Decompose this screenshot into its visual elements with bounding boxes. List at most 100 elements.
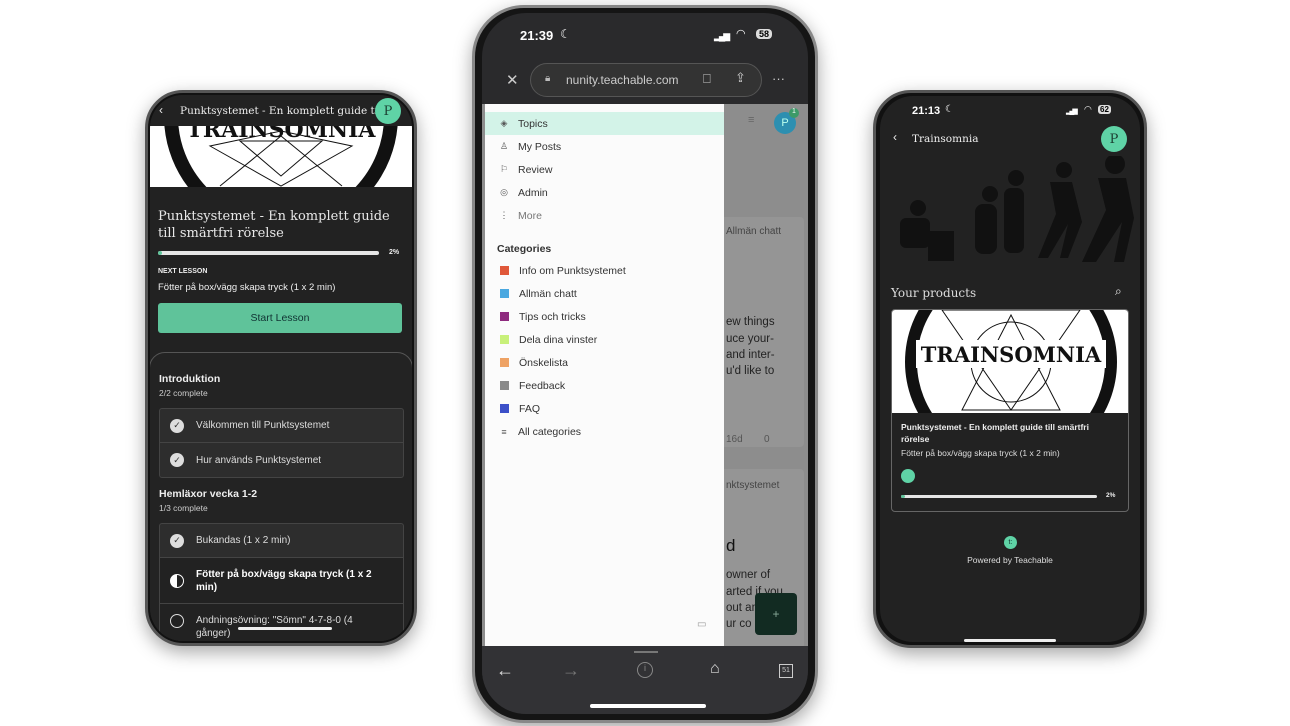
lesson-item[interactable]: ✓ Hur används Punktsystemet bbox=[160, 443, 403, 477]
section-status: 2/2 complete bbox=[159, 388, 208, 398]
category-label: Tips och tricks bbox=[519, 310, 586, 323]
start-lesson-button[interactable]: Start Lesson bbox=[158, 303, 402, 333]
nav-label: All categories bbox=[518, 425, 582, 438]
category-label: Önskelista bbox=[519, 356, 569, 369]
category-item[interactable]: Önskelista bbox=[485, 351, 724, 374]
notification-badge: 1 bbox=[789, 108, 799, 118]
home-indicator bbox=[238, 627, 332, 630]
progress-label: 2% bbox=[389, 249, 400, 256]
flag-icon: ⚐ bbox=[499, 164, 509, 174]
lesson-list: ✓ Bukandas (1 x 2 min) Fötter på box/vägg… bbox=[159, 523, 404, 641]
lesson-item[interactable]: Andningsövning: "Sömn" 4-7-8-0 (4 gånger… bbox=[160, 604, 403, 641]
nav-label: My Posts bbox=[518, 140, 562, 153]
side-menu: ◈ Topics ♙ My Posts ⚐ Review ◎ Admin ⋮ More C… bbox=[485, 104, 724, 646]
course-logo-image: TRAINSOMNIA bbox=[150, 126, 412, 187]
category-label: Feedback bbox=[519, 379, 566, 392]
comment-count: 0 bbox=[764, 434, 770, 445]
category-label: FAQ bbox=[519, 402, 541, 415]
nav-review[interactable]: ⚐ Review bbox=[485, 158, 724, 181]
search-icon[interactable]: ⌕ bbox=[1115, 284, 1122, 299]
all-categories-link[interactable]: ≡ All categories bbox=[485, 420, 724, 443]
bookmark-icon[interactable]: ⎕ bbox=[703, 71, 711, 87]
post-category: Allmän chatt bbox=[726, 226, 782, 237]
wifi-icon: ◠ bbox=[736, 28, 746, 40]
nav-my-posts[interactable]: ♙ My Posts bbox=[485, 135, 724, 158]
empty-circle-icon bbox=[170, 614, 184, 628]
category-list: Info om Punktsystemet Allmän chatt Tips oc… bbox=[485, 259, 724, 420]
desktop-view-icon[interactable]: ▭ bbox=[697, 619, 706, 630]
url-text: nunity.teachable.com bbox=[566, 73, 679, 87]
category-item[interactable]: Tips och tricks bbox=[485, 305, 724, 328]
category-item[interactable]: Allmän chatt bbox=[485, 282, 724, 305]
category-color-swatch bbox=[500, 266, 509, 275]
more-options-icon[interactable]: ··· bbox=[772, 71, 785, 86]
status-time: 21:39 bbox=[520, 28, 554, 43]
nav-more[interactable]: ⋮ More bbox=[485, 204, 724, 227]
lesson-list: ✓ Välkommen till Punktsystemet ✓ Hur använ… bbox=[159, 408, 404, 478]
category-color-swatch bbox=[500, 358, 509, 367]
category-item[interactable]: FAQ bbox=[485, 397, 724, 420]
avatar[interactable]: P bbox=[1101, 126, 1127, 152]
signal-icon: ▂▄▆ bbox=[1066, 108, 1078, 115]
share-icon[interactable]: ⇪ bbox=[735, 70, 746, 86]
left-phone-screen: ‹ Punktsystemet - En komplett guide till… bbox=[150, 95, 412, 641]
check-circle-icon: ✓ bbox=[170, 453, 184, 467]
nav-label: Admin bbox=[518, 186, 548, 199]
moon-icon: ☾ bbox=[945, 104, 954, 115]
category-label: Info om Punktsystemet bbox=[519, 264, 626, 277]
back-arrow-icon[interactable]: ← bbox=[496, 660, 514, 681]
category-item[interactable]: Info om Punktsystemet bbox=[485, 259, 724, 282]
post-text: ew things bbox=[726, 316, 775, 328]
check-circle-icon: ✓ bbox=[170, 533, 184, 548]
close-icon[interactable]: ✕ bbox=[506, 71, 519, 89]
svg-text:TRAINSOMNIA: TRAINSOMNIA bbox=[187, 126, 377, 143]
lock-icon: 🔒︎ bbox=[545, 73, 551, 84]
battery-indicator: 62 bbox=[1098, 105, 1111, 114]
header-title: Punktsystemet - En komplett guide till..… bbox=[180, 105, 395, 117]
lesson-item[interactable]: ✓ Bukandas (1 x 2 min) bbox=[160, 524, 403, 558]
nav-topics[interactable]: ◈ Topics bbox=[485, 112, 724, 135]
powered-by-link[interactable]: Powered by Teachable bbox=[880, 555, 1140, 565]
product-card[interactable]: TRAINSOMNIA Punktsystemet - En komplett … bbox=[891, 309, 1129, 512]
right-phone-screen: 21:13 ☾ ▂▄▆ ◠ 62 ‹ Trainsomnia P Your pr… bbox=[880, 96, 1140, 642]
category-item[interactable]: Feedback bbox=[485, 374, 724, 397]
home-icon[interactable]: ⌂ bbox=[710, 660, 720, 678]
section-title: Hemläxor vecka 1-2 bbox=[159, 488, 258, 500]
progress-label: 2% bbox=[1106, 492, 1116, 499]
browser-toolbar: ← → i ⌂ 51 bbox=[482, 646, 808, 714]
new-post-button[interactable]: + bbox=[755, 593, 797, 635]
moon-icon: ☾ bbox=[560, 27, 571, 41]
back-button[interactable]: ‹ bbox=[893, 130, 897, 144]
header-title: Trainsomnia bbox=[912, 133, 979, 145]
banner-silhouettes-image bbox=[900, 156, 1134, 262]
nav-admin[interactable]: ◎ Admin bbox=[485, 181, 724, 204]
lesson-item-current[interactable]: Fötter på box/vägg skapa tryck (1 x 2 mi… bbox=[160, 558, 403, 604]
info-icon[interactable]: i bbox=[637, 662, 653, 678]
lesson-item[interactable]: ✓ Välkommen till Punktsystemet bbox=[160, 409, 403, 443]
curriculum-sheet: Introduktion 2/2 complete ✓ Välkommen til… bbox=[150, 352, 412, 641]
avatar[interactable]: P bbox=[375, 98, 401, 124]
url-bar[interactable]: 🔒︎ nunity.teachable.com ⎕ ⇪ bbox=[530, 63, 762, 97]
category-item[interactable]: Dela dina vinster bbox=[485, 328, 724, 351]
tabs-button[interactable]: 51 bbox=[779, 664, 793, 678]
categories-heading: Categories bbox=[497, 243, 552, 255]
back-button[interactable]: ‹ bbox=[159, 103, 163, 117]
nav-label: Review bbox=[518, 163, 553, 176]
menu-icon[interactable]: ≡ bbox=[748, 114, 754, 126]
post-text: ur co bbox=[726, 618, 752, 630]
status-time: 21:13 bbox=[912, 105, 941, 117]
post-category: nktsystemet bbox=[726, 480, 780, 491]
post-text: uce your- bbox=[726, 333, 774, 345]
post-card[interactable] bbox=[714, 217, 804, 447]
forward-arrow-icon[interactable]: → bbox=[562, 660, 580, 681]
toolbar-grabber[interactable] bbox=[634, 651, 658, 653]
category-color-swatch bbox=[500, 289, 509, 298]
post-text: and inter- bbox=[726, 349, 775, 361]
half-circle-icon bbox=[170, 573, 184, 588]
post-heading: d bbox=[726, 536, 736, 555]
next-lesson-label: NEXT LESSON bbox=[158, 268, 208, 275]
middle-phone-screen: 21:39 ☾ ▂▄▆ ◠ 58 ✕ 🔒︎ nunity.teachable.c… bbox=[482, 13, 808, 714]
category-color-swatch bbox=[500, 335, 509, 344]
category-color-swatch bbox=[500, 404, 509, 413]
section-title: Your products bbox=[891, 286, 977, 300]
